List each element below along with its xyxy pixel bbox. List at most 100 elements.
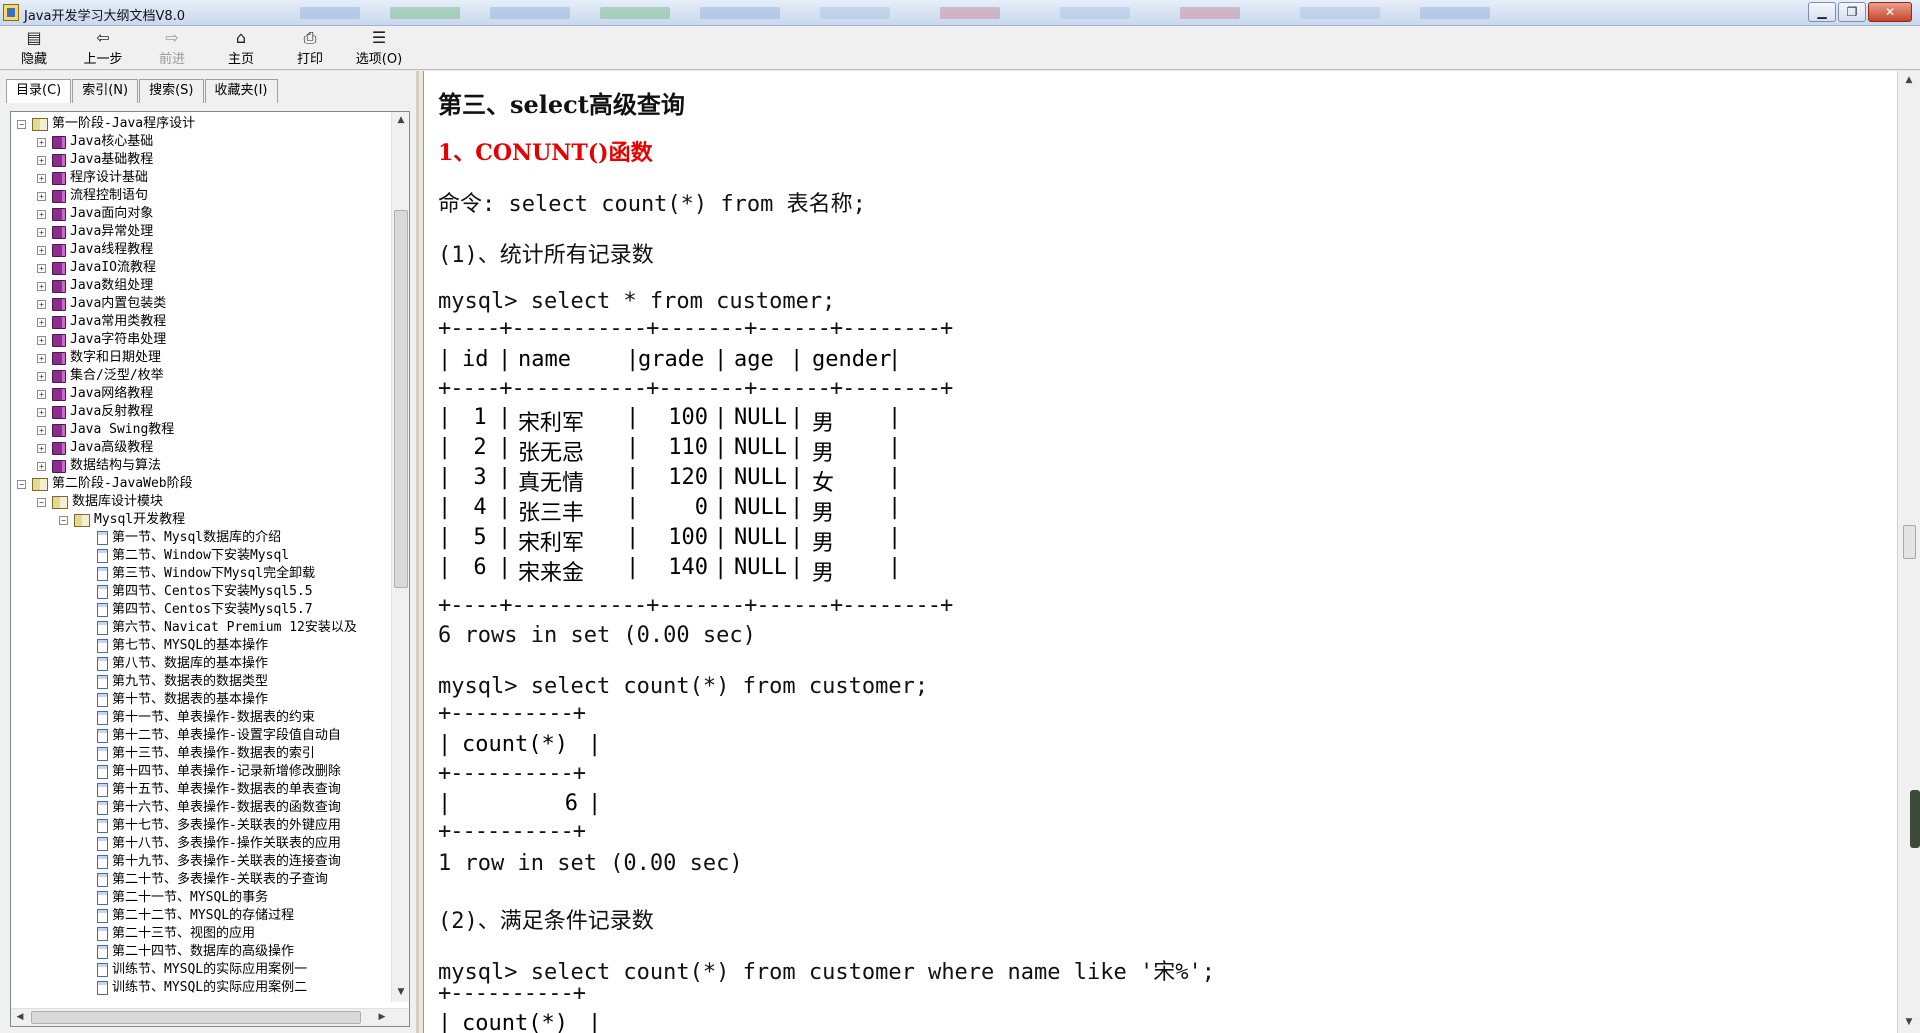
expand-icon[interactable]: + bbox=[37, 227, 46, 237]
minimize-button[interactable]: ▁ bbox=[1808, 2, 1836, 22]
tree-item[interactable]: 第十七节、多表操作-关联表的外键应用 bbox=[97, 817, 341, 835]
expand-icon[interactable]: + bbox=[37, 155, 46, 165]
tree-item[interactable]: + Java Swing教程 bbox=[37, 421, 174, 439]
scroll-left-icon[interactable]: ◀ bbox=[11, 1009, 29, 1026]
tree-item[interactable]: + 程序设计基础 bbox=[37, 169, 148, 187]
collapse-icon[interactable]: − bbox=[17, 479, 26, 489]
tree-vertical-scroll-thumb[interactable] bbox=[394, 210, 408, 588]
scroll-down-icon[interactable]: ▼ bbox=[392, 984, 409, 1001]
forward-button[interactable]: ⇨ 前进 bbox=[144, 28, 200, 68]
back-button[interactable]: ⇦ 上一步 bbox=[75, 28, 131, 68]
expand-icon[interactable]: + bbox=[37, 173, 46, 183]
tree-item[interactable]: 第十四节、单表操作-记录新增修改删除 bbox=[97, 763, 341, 781]
tree-item[interactable]: 第十八节、多表操作-操作关联表的应用 bbox=[97, 835, 341, 853]
scroll-up-icon[interactable]: ▲ bbox=[1898, 71, 1920, 89]
expand-icon[interactable]: + bbox=[37, 443, 46, 453]
tree-item[interactable]: + 流程控制语句 bbox=[37, 187, 148, 205]
tree-item[interactable]: 第二十三节、视图的应用 bbox=[97, 925, 255, 943]
expand-icon[interactable]: + bbox=[37, 425, 46, 435]
tree-item[interactable]: 第十三节、单表操作-数据表的索引 bbox=[97, 745, 315, 763]
tree-item[interactable]: + Java核心基础 bbox=[37, 133, 153, 151]
print-button[interactable]: ⎙ 打印 bbox=[282, 28, 338, 68]
expand-icon[interactable]: + bbox=[37, 461, 46, 471]
tree-item[interactable]: 第二十一节、MYSQL的事务 bbox=[97, 889, 268, 907]
expand-icon[interactable]: + bbox=[37, 335, 46, 345]
tab-index[interactable]: 索引(N) bbox=[72, 79, 139, 103]
tree-item[interactable]: 第二十四节、数据库的高级操作 bbox=[97, 943, 294, 961]
tab-search[interactable]: 搜索(S) bbox=[139, 79, 204, 103]
tree-item[interactable]: 第八节、数据库的基本操作 bbox=[97, 655, 268, 673]
tree-item[interactable]: − 第一阶段-Java程序设计 bbox=[17, 115, 195, 133]
tree-item[interactable]: 第二十二节、MYSQL的存储过程 bbox=[97, 907, 294, 925]
tree-item[interactable]: 第四节、Centos下安装Mysql5.7 bbox=[97, 601, 313, 619]
collapse-icon[interactable]: − bbox=[59, 515, 68, 525]
tree-item[interactable]: + Java线程教程 bbox=[37, 241, 153, 259]
expand-icon[interactable]: + bbox=[37, 389, 46, 399]
tree-item[interactable]: + Java网络教程 bbox=[37, 385, 153, 403]
expand-icon[interactable]: + bbox=[37, 263, 46, 273]
tree-item[interactable]: + Java数组处理 bbox=[37, 277, 153, 295]
tree-item[interactable]: 第十六节、单表操作-数据表的函数查询 bbox=[97, 799, 341, 817]
tree-item[interactable]: + Java常用类教程 bbox=[37, 313, 166, 331]
collapse-icon[interactable]: − bbox=[17, 119, 26, 129]
tree-item[interactable]: 第九节、数据表的数据类型 bbox=[97, 673, 268, 691]
tree-item[interactable]: + 数字和日期处理 bbox=[37, 349, 161, 367]
scroll-up-icon[interactable]: ▲ bbox=[392, 112, 409, 129]
tree-item[interactable]: + 集合/泛型/枚举 bbox=[37, 367, 164, 385]
tree-item[interactable]: + Java字符串处理 bbox=[37, 331, 166, 349]
hide-button[interactable]: ▤ 隐藏 bbox=[6, 28, 62, 68]
tree-item[interactable]: 第四节、Centos下安装Mysql5.5 bbox=[97, 583, 313, 601]
tree-item[interactable]: + Java反射教程 bbox=[37, 403, 153, 421]
tree-item[interactable]: 第十二节、单表操作-设置字段值自动自 bbox=[97, 727, 341, 745]
expand-icon[interactable]: + bbox=[37, 137, 46, 147]
scroll-right-icon[interactable]: ▶ bbox=[373, 1009, 391, 1026]
tree-item[interactable]: − 数据库设计模块 bbox=[37, 493, 163, 511]
tree-item[interactable]: 第十一节、单表操作-数据表的约束 bbox=[97, 709, 315, 727]
expand-icon[interactable]: + bbox=[37, 245, 46, 255]
count-header-row-2: | count(*) | bbox=[438, 1011, 638, 1033]
tree-item[interactable]: 第十节、数据表的基本操作 bbox=[97, 691, 268, 709]
close-button[interactable]: ✕ bbox=[1868, 2, 1912, 22]
tree-item[interactable]: 第七节、MYSQL的基本操作 bbox=[97, 637, 268, 655]
content-vertical-scrollbar[interactable]: ▲ ▼ bbox=[1897, 71, 1920, 1033]
tree-item[interactable]: 第二节、Window下安装Mysql bbox=[97, 547, 289, 565]
tree-item[interactable]: 第三节、Window下Mysql完全卸载 bbox=[97, 565, 315, 583]
expand-icon[interactable]: + bbox=[37, 191, 46, 201]
table-cell: 3 bbox=[473, 465, 487, 490]
tree-item[interactable]: 训练节、MYSQL的实际应用案例二 bbox=[97, 979, 307, 997]
tree-item[interactable]: + Java高级教程 bbox=[37, 439, 153, 457]
tree-item[interactable]: 第十九节、多表操作-关联表的连接查询 bbox=[97, 853, 341, 871]
tree-item[interactable]: 第十五节、单表操作-数据表的单表查询 bbox=[97, 781, 341, 799]
tree-item[interactable]: + Java面向对象 bbox=[37, 205, 153, 223]
tree-item[interactable]: + Java基础教程 bbox=[37, 151, 153, 169]
tree-item[interactable]: + 数据结构与算法 bbox=[37, 457, 161, 475]
options-button[interactable]: ☰ 选项(O) bbox=[351, 28, 407, 68]
tree-item[interactable]: + Java异常处理 bbox=[37, 223, 153, 241]
expand-icon[interactable]: + bbox=[37, 299, 46, 309]
tree-item[interactable]: 第六节、Navicat Premium 12安装以及 bbox=[97, 619, 357, 637]
expand-icon[interactable]: + bbox=[37, 317, 46, 327]
expand-icon[interactable]: + bbox=[37, 209, 46, 219]
tree-item[interactable]: − Mysql开发教程 bbox=[59, 511, 185, 529]
expand-icon[interactable]: + bbox=[37, 371, 46, 381]
expand-icon[interactable]: + bbox=[37, 353, 46, 363]
home-button[interactable]: ⌂ 主页 bbox=[213, 28, 269, 68]
tree-item[interactable]: + Java内置包装类 bbox=[37, 295, 166, 313]
collapse-icon[interactable]: − bbox=[37, 497, 46, 507]
tree-item[interactable]: 第二十节、多表操作-关联表的子查询 bbox=[97, 871, 328, 889]
scroll-down-icon[interactable]: ▼ bbox=[1898, 1013, 1920, 1031]
tree-vertical-scrollbar[interactable]: ▲ ▼ bbox=[391, 112, 409, 1002]
tree-horizontal-scrollbar[interactable]: ◀ ▶ bbox=[11, 1008, 409, 1026]
table-cell: 0 bbox=[694, 495, 708, 520]
tree-item[interactable]: 第一节、Mysql数据库的介绍 bbox=[97, 529, 281, 547]
expand-icon[interactable]: + bbox=[37, 407, 46, 417]
tree-horizontal-scroll-thumb[interactable] bbox=[31, 1011, 361, 1024]
tree-item[interactable]: + JavaIO流教程 bbox=[37, 259, 156, 277]
maximize-button[interactable]: ❐ bbox=[1838, 2, 1866, 22]
content-scroll-thumb[interactable] bbox=[1903, 525, 1916, 559]
tab-contents[interactable]: 目录(C) bbox=[6, 79, 72, 103]
tree-item[interactable]: − 第二阶段-JavaWeb阶段 bbox=[17, 475, 193, 493]
tree-item[interactable]: 训练节、MYSQL的实际应用案例一 bbox=[97, 961, 307, 979]
expand-icon[interactable]: + bbox=[37, 281, 46, 291]
tab-favorites[interactable]: 收藏夹(I) bbox=[204, 79, 278, 103]
